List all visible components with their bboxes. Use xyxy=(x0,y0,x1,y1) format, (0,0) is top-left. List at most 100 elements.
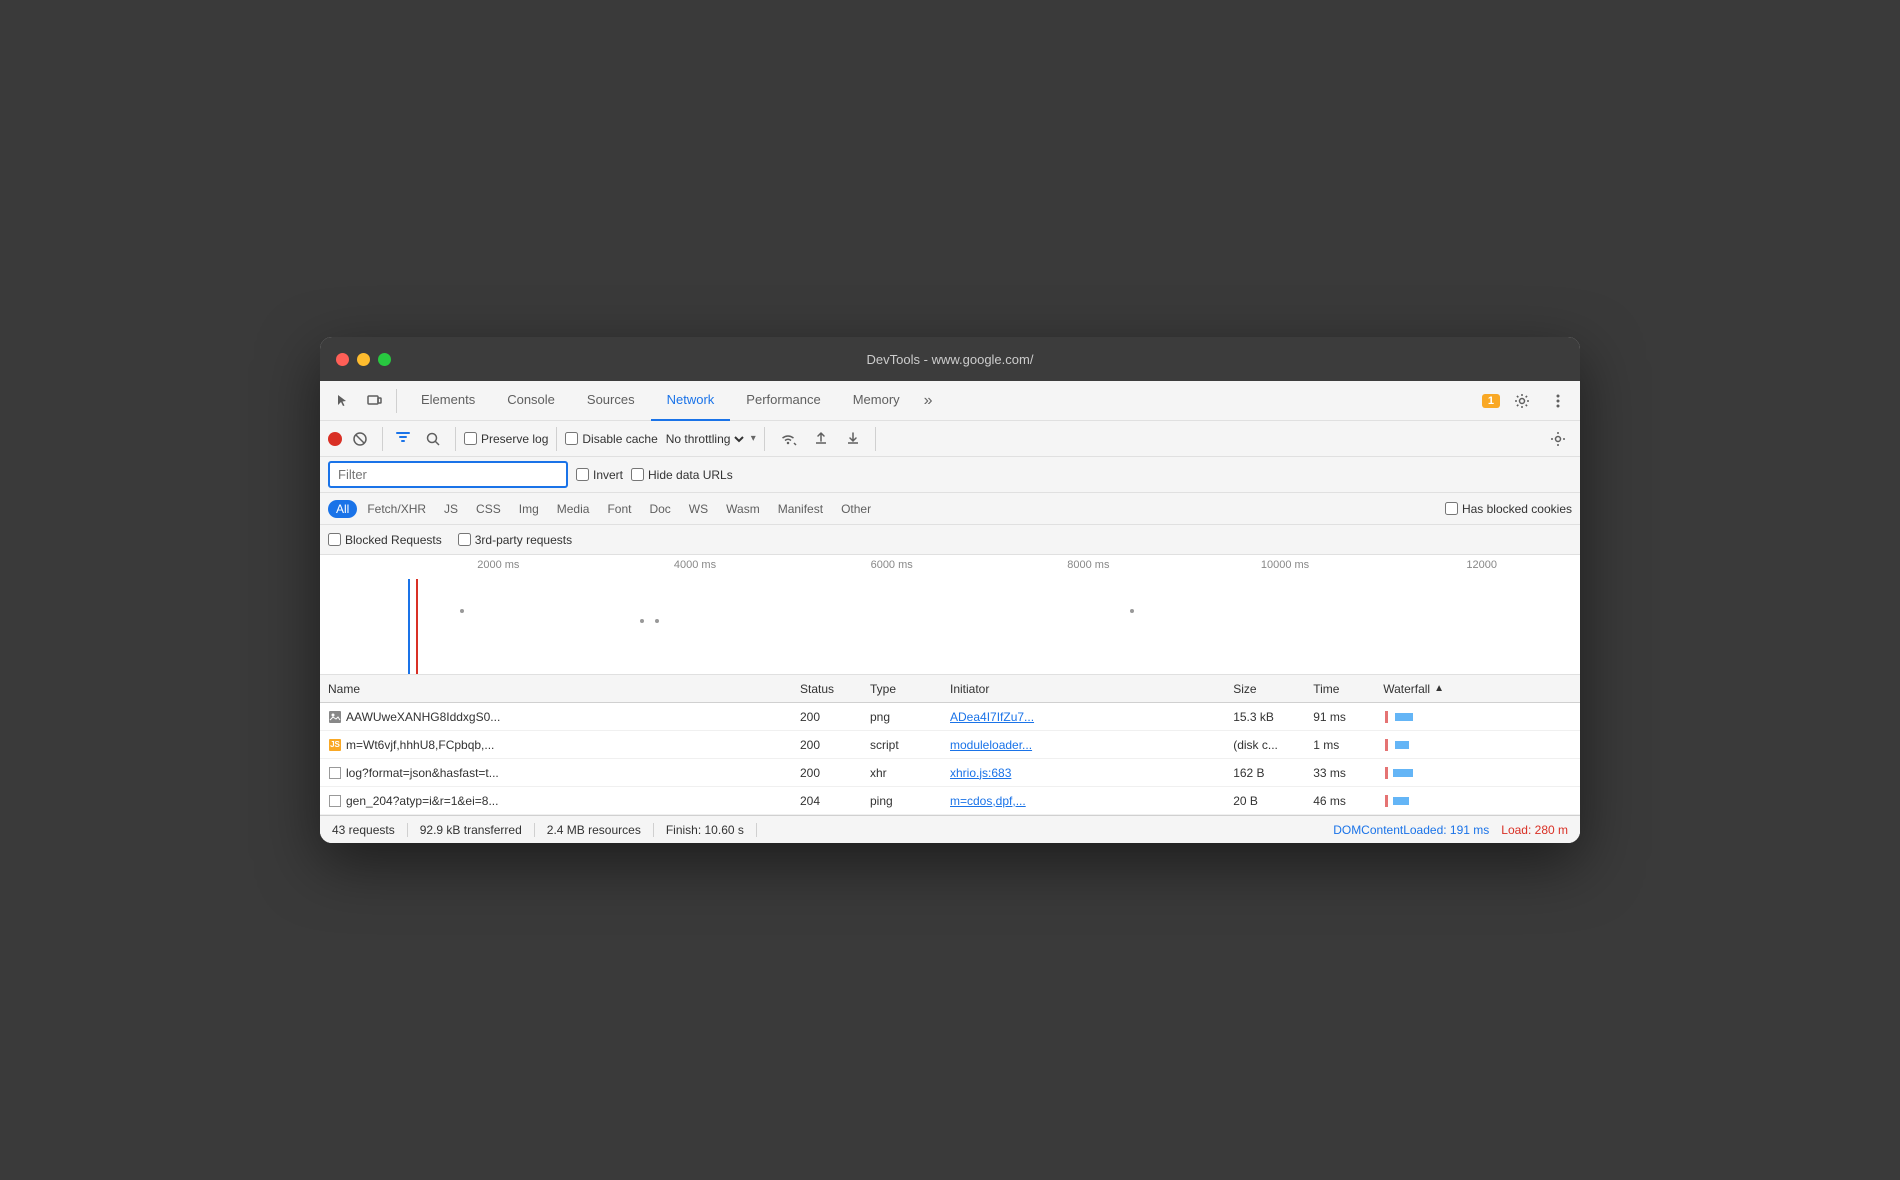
filter-js[interactable]: JS xyxy=(436,500,466,518)
dom-content-loaded: DOMContentLoaded: 191 ms xyxy=(1333,823,1489,837)
tab-memory[interactable]: Memory xyxy=(837,381,916,421)
invert-checkbox[interactable]: Invert xyxy=(576,468,623,482)
tab-console[interactable]: Console xyxy=(491,381,571,421)
network-settings-icon[interactable] xyxy=(1544,427,1572,451)
notification-badge[interactable]: 1 xyxy=(1482,394,1500,408)
resources-size: 2.4 MB resources xyxy=(535,823,654,837)
col-header-time[interactable]: Time xyxy=(1313,682,1383,696)
close-button[interactable] xyxy=(336,353,349,366)
more-options-icon[interactable] xyxy=(1544,389,1572,413)
toolbar-divider-4 xyxy=(556,427,557,451)
wifi-icon[interactable] xyxy=(773,427,803,451)
filter-doc[interactable]: Doc xyxy=(641,500,678,518)
titlebar: DevTools - www.google.com/ xyxy=(320,337,1580,381)
row-size: (disk c... xyxy=(1233,738,1313,752)
filter-font[interactable]: Font xyxy=(599,500,639,518)
filter-manifest[interactable]: Manifest xyxy=(770,500,831,518)
tab-sources[interactable]: Sources xyxy=(571,381,651,421)
col-header-status[interactable]: Status xyxy=(800,682,870,696)
disable-cache-checkbox[interactable]: Disable cache xyxy=(565,432,657,446)
settings-icon[interactable] xyxy=(1508,389,1536,413)
clear-icon[interactable] xyxy=(346,427,374,451)
hide-data-urls-checkbox[interactable]: Hide data URLs xyxy=(631,468,733,482)
row-initiator: moduleloader... xyxy=(950,738,1233,752)
row-type: script xyxy=(870,738,950,752)
col-header-initiator[interactable]: Initiator xyxy=(950,682,1233,696)
row-initiator: xhrio.js:683 xyxy=(950,766,1233,780)
timeline-content xyxy=(320,579,1580,674)
preserve-log-checkbox[interactable]: Preserve log xyxy=(464,432,548,446)
has-blocked-cookies-checkbox[interactable]: Has blocked cookies xyxy=(1445,502,1572,516)
filter-img[interactable]: Img xyxy=(511,500,547,518)
tab-navigation: Elements Console Sources Network Perform… xyxy=(405,381,1470,421)
devtools-window: DevTools - www.google.com/ Elements xyxy=(320,337,1580,843)
load-time: Load: 280 m xyxy=(1501,823,1568,837)
tab-bar: Elements Console Sources Network Perform… xyxy=(320,381,1580,421)
timeline-label-10000: 10000 ms xyxy=(1187,559,1384,571)
table-row[interactable]: AAWUweXANHG8IddxgS0... 200 png ADea4I7If… xyxy=(320,703,1580,731)
filter-fetch-xhr[interactable]: Fetch/XHR xyxy=(359,500,434,518)
tab-performance[interactable]: Performance xyxy=(730,381,836,421)
filter-input[interactable] xyxy=(328,461,568,488)
type-filter-right: Has blocked cookies xyxy=(1445,502,1572,516)
row-initiator: ADea4I7IfZu7... xyxy=(950,710,1233,724)
more-tabs-icon[interactable]: » xyxy=(916,392,941,410)
table-row[interactable]: log?format=json&hasfast=t... 200 xhr xhr… xyxy=(320,759,1580,787)
minimize-button[interactable] xyxy=(357,353,370,366)
throttle-select[interactable]: No throttling xyxy=(662,431,747,447)
timeline-blue-line xyxy=(408,579,410,674)
maximize-button[interactable] xyxy=(378,353,391,366)
toolbar-divider xyxy=(396,389,397,413)
toolbar-divider-2 xyxy=(382,427,383,451)
window-title: DevTools - www.google.com/ xyxy=(867,352,1034,367)
cursor-icon[interactable] xyxy=(328,389,356,413)
timeline-red-line xyxy=(416,579,418,674)
col-header-name[interactable]: Name xyxy=(328,682,800,696)
row-status: 200 xyxy=(800,710,870,724)
timeline-label-6000: 6000 ms xyxy=(793,559,990,571)
header-icons: 1 xyxy=(1482,389,1572,413)
initiator-link[interactable]: xhrio.js:683 xyxy=(950,766,1011,780)
filter-all[interactable]: All xyxy=(328,500,357,518)
timeline-label-12000: 12000 xyxy=(1383,559,1580,571)
tab-network[interactable]: Network xyxy=(651,381,731,421)
record-button[interactable] xyxy=(328,432,342,446)
row-name: AAWUweXANHG8IddxgS0... xyxy=(328,710,800,724)
initiator-link[interactable]: ADea4I7IfZu7... xyxy=(950,710,1034,724)
filter-css[interactable]: CSS xyxy=(468,500,509,518)
timeline-dot-1 xyxy=(460,609,464,613)
row-status: 200 xyxy=(800,738,870,752)
timeline-dot-2 xyxy=(640,619,644,623)
timeline-label-8000: 8000 ms xyxy=(990,559,1187,571)
row-waterfall xyxy=(1383,795,1572,807)
initiator-link[interactable]: m=cdos,dpf,... xyxy=(950,794,1026,808)
table-row[interactable]: JS m=Wt6vjf,hhhU8,FCpbqb,... 200 script … xyxy=(320,731,1580,759)
filter-icon[interactable] xyxy=(391,425,415,452)
devtools-body: Elements Console Sources Network Perform… xyxy=(320,381,1580,843)
device-toggle-icon[interactable] xyxy=(360,389,388,413)
col-header-type[interactable]: Type xyxy=(870,682,950,696)
toolbar-divider-3 xyxy=(455,427,456,451)
blocked-requests-checkbox[interactable]: Blocked Requests xyxy=(328,533,442,547)
row-time: 1 ms xyxy=(1313,738,1383,752)
search-icon[interactable] xyxy=(419,427,447,451)
row-time: 91 ms xyxy=(1313,710,1383,724)
third-party-requests-checkbox[interactable]: 3rd-party requests xyxy=(458,533,572,547)
network-toolbar: Preserve log Disable cache No throttling… xyxy=(320,421,1580,457)
download-icon[interactable] xyxy=(839,427,867,451)
upload-icon[interactable] xyxy=(807,427,835,451)
initiator-link[interactable]: moduleloader... xyxy=(950,738,1032,752)
filter-other[interactable]: Other xyxy=(833,500,879,518)
row-name: log?format=json&hasfast=t... xyxy=(328,766,800,780)
table-row[interactable]: gen_204?atyp=i&r=1&ei=8... 204 ping m=cd… xyxy=(320,787,1580,815)
tab-elements[interactable]: Elements xyxy=(405,381,491,421)
col-header-waterfall[interactable]: Waterfall ▲ xyxy=(1383,682,1572,696)
traffic-lights xyxy=(336,353,391,366)
col-header-size[interactable]: Size xyxy=(1233,682,1313,696)
toolbar-divider-6 xyxy=(875,427,876,451)
row-type: png xyxy=(870,710,950,724)
ping-icon xyxy=(328,794,342,808)
filter-wasm[interactable]: Wasm xyxy=(718,500,768,518)
filter-ws[interactable]: WS xyxy=(681,500,716,518)
filter-media[interactable]: Media xyxy=(549,500,598,518)
